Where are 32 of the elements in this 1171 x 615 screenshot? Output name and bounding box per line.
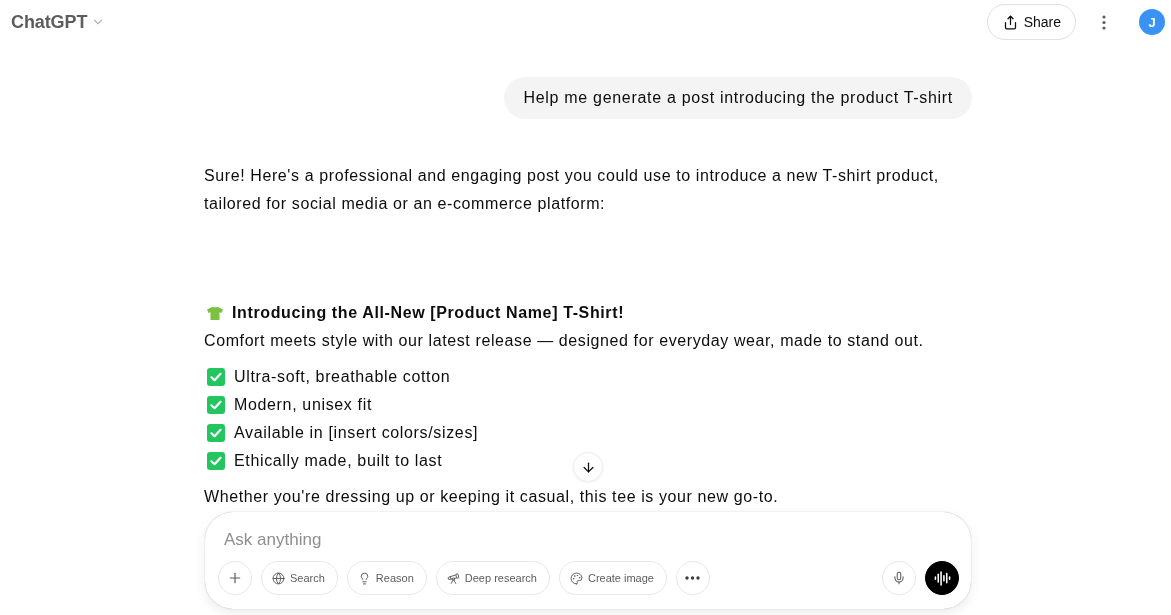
share-icon [1002, 14, 1018, 30]
checklist-item: Modern, unisex fit [234, 395, 372, 415]
checklist-item: Ethically made, built to last [234, 451, 443, 471]
attach-button[interactable] [218, 561, 252, 595]
tshirt-icon [207, 306, 223, 320]
message-paragraph: Whether you're dressing up or keeping it casual, this tee is your new go-to. [204, 487, 780, 507]
post-heading: Introducing the All-New [Product Name] T-Shirt! [232, 303, 625, 323]
horizontal-dots-icon [685, 576, 701, 580]
tool-button[interactable]: Search [261, 561, 338, 595]
app-title[interactable]: ChatGPT [11, 11, 88, 33]
palette-icon [569, 571, 583, 585]
message-paragraph: Sure! Here's a professional and engaging post you could use to introduce a new T-shirt product, tailored for social media or an e-commerce platform: [204, 166, 940, 214]
arrow-down-icon [580, 459, 596, 475]
tool-button[interactable]: Reason [346, 561, 427, 595]
globe-icon [272, 571, 285, 585]
more-tools-button[interactable] [676, 561, 710, 595]
checklist-item: Available in [insert colors/sizes] [234, 423, 479, 443]
tool-button[interactable]: Deep research [435, 561, 550, 595]
audio-lines-icon [933, 569, 951, 587]
voice-mode-button[interactable] [925, 561, 959, 595]
message-paragraph: Comfort meets style with our latest release — designed for everyday wear, made to stand out. [204, 331, 925, 351]
message-input[interactable]: Ask anything [218, 528, 959, 552]
plus-icon [227, 570, 243, 586]
telescope-icon [446, 571, 460, 585]
tool-button[interactable]: Create image [558, 561, 667, 595]
vertical-dots-icon [1102, 14, 1106, 30]
user-message: Help me generate a post introducing the product T-shirt [504, 77, 972, 119]
checklist-item: Ultra-soft, breathable cotton [234, 367, 451, 387]
scroll-down-button[interactable] [573, 452, 603, 482]
share-button[interactable]: Share [986, 4, 1076, 40]
microphone-button[interactable] [882, 561, 916, 595]
microphone-icon [892, 571, 906, 585]
